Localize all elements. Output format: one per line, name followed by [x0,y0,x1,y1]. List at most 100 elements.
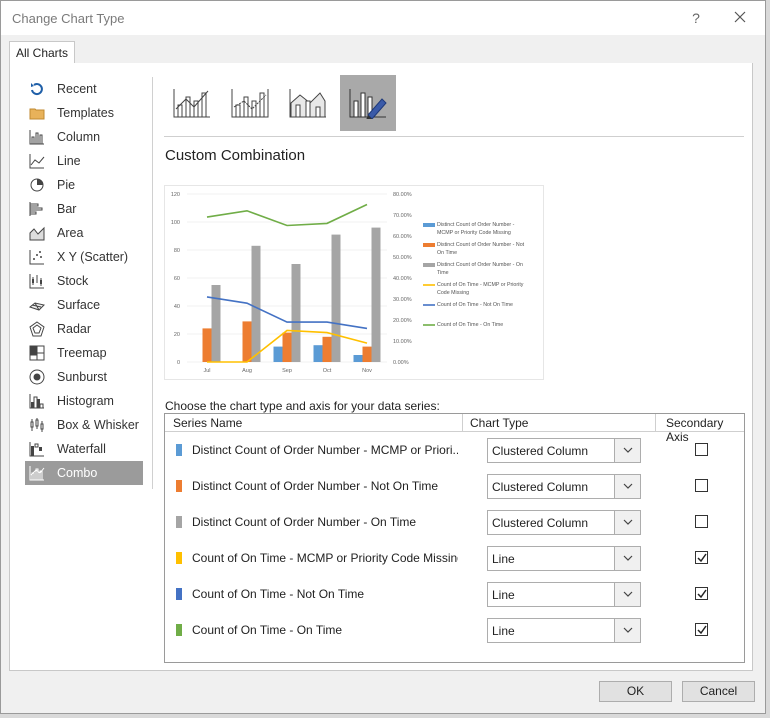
area-chart-icon [29,226,45,241]
subtype-stacked-area-clustered-column[interactable] [280,75,336,131]
combo-title: Custom Combination [165,147,306,164]
chart-type-label: Templates [57,106,114,120]
chart-type-dropdown[interactable]: Line [487,582,641,607]
chart-type-treemap[interactable]: Treemap [25,341,143,365]
recent-icon [31,83,43,96]
chart-type-templates[interactable]: Templates [25,101,143,125]
secondary-axis-checkbox[interactable] [695,587,708,600]
legend-swatch [423,223,435,227]
close-button[interactable] [727,7,753,29]
column-header-series-name: Series Name [173,416,243,430]
chart-type-label: Histogram [57,394,114,408]
tab-panel: Recent Templates Column Line Pie Bar Area X Y (… [9,63,753,671]
help-button[interactable]: ? [685,7,707,29]
secondary-axis-checkbox[interactable] [695,551,708,564]
y-tick-label: 100 [171,220,180,226]
chart-type-bar[interactable]: Bar [25,197,143,221]
series-color-swatch [176,444,182,456]
legend-label: Time [437,270,449,276]
chart-type-histogram[interactable]: Histogram [25,389,143,413]
change-chart-type-dialog: Change Chart Type ? All Charts Recent Tem… [0,0,766,714]
chart-type-dropdown[interactable]: Clustered Column [487,474,641,499]
y2-tick-label: 60.00% [393,234,412,240]
chart-type-recent[interactable]: Recent [25,77,143,101]
chart-type-line[interactable]: Line [25,149,143,173]
series-color-swatch [176,552,182,564]
chart-type-sunburst[interactable]: Sunburst [25,365,143,389]
box-whisker-icon [30,418,44,432]
column-divider [462,414,463,431]
series-table: Series Name Chart Type Secondary Axis Di… [164,413,745,663]
chart-type-area[interactable]: Area [25,221,143,245]
y2-tick-label: 40.00% [393,276,412,282]
chart-type-pie[interactable]: Pie [25,173,143,197]
clustered-column-line-icon [173,89,210,118]
y-tick-label: 0 [177,360,180,366]
sunburst-icon [29,369,45,385]
secondary-axis-checkbox[interactable] [695,623,708,636]
chart-type-combo[interactable]: Combo [25,461,143,485]
subtype-custom-combination[interactable] [340,75,396,131]
series-line [206,296,368,330]
folder-icon [29,108,45,120]
chevron-down-icon [623,555,632,561]
bar [242,321,252,362]
chart-type-surface[interactable]: Surface [25,293,143,317]
chart-type-dropdown[interactable]: Line [487,618,641,643]
chart-type-waterfall[interactable]: Waterfall [25,437,143,461]
cancel-button[interactable]: Cancel [682,681,755,702]
series-row: Count of On Time - MCMP or Priority Code… [165,540,744,576]
radar-chart-icon [29,321,45,337]
y2-tick-label: 70.00% [393,213,412,219]
secondary-axis-checkbox[interactable] [695,479,708,492]
column-header-chart-type: Chart Type [470,416,529,430]
dropdown-button[interactable] [614,619,640,642]
chart-type-value: Line [492,552,515,566]
chart-type-dropdown[interactable]: Clustered Column [487,510,641,535]
series-color-swatch [176,624,182,636]
ok-button[interactable]: OK [599,681,672,702]
legend-label: Distinct Count of Order Number - Not [437,242,525,248]
chart-type-dropdown[interactable]: Line [487,546,641,571]
chart-type-column[interactable]: Column [25,125,143,149]
dropdown-button[interactable] [614,439,640,462]
y2-tick-label: 30.00% [393,297,412,303]
chart-type-stock[interactable]: Stock [25,269,143,293]
chart-type-label: Bar [57,202,77,216]
chart-type-label: Sunburst [57,370,108,384]
bar [331,234,341,362]
legend-label: Count of On Time - Not On Time [437,302,513,308]
dropdown-button[interactable] [614,475,640,498]
subtype-clustered-column-line-secondary[interactable] [222,75,278,131]
legend-label: Distinct Count of Order Number - On [437,262,523,268]
chart-type-x-y-scatter[interactable]: X Y (Scatter) [25,245,143,269]
legend-swatch [423,263,435,267]
legend-label: Code Missing [437,290,469,296]
tab-all-charts[interactable]: All Charts [9,41,75,65]
x-tick-label: Oct [323,368,332,374]
series-row: Count of On Time - On Time Line [165,612,744,648]
chart-type-label: Area [57,226,84,240]
series-name: Distinct Count of Order Number - Not On … [192,479,439,493]
chart-type-radar[interactable]: Radar [25,317,143,341]
bar [273,346,283,362]
chevron-down-icon [623,447,632,453]
chart-type-box-whisker[interactable]: Box & Whisker [25,413,143,437]
checkmark-icon [697,625,707,635]
preview-chart: 0 20 40 60 80 100 120 0.00% 10.00% 20.00% 30.00% 40… [171,192,525,374]
series-row: Distinct Count of Order Number - MCMP or… [165,432,744,468]
bar [282,332,292,362]
checkmark-icon [697,589,707,599]
chart-type-label: Radar [57,322,92,336]
dropdown-button[interactable] [614,547,640,570]
title-bar: Change Chart Type ? [1,1,765,35]
stacked-area-clustered-column-icon [289,89,326,118]
y2-tick-label: 50.00% [393,255,412,261]
secondary-axis-checkbox[interactable] [695,443,708,456]
subtype-clustered-column-line[interactable] [164,75,220,131]
secondary-axis-checkbox[interactable] [695,515,708,528]
dropdown-button[interactable] [614,511,640,534]
legend-label: Count of On Time - MCMP or Priority [437,282,524,288]
dropdown-button[interactable] [614,583,640,606]
chart-type-dropdown[interactable]: Clustered Column [487,438,641,463]
